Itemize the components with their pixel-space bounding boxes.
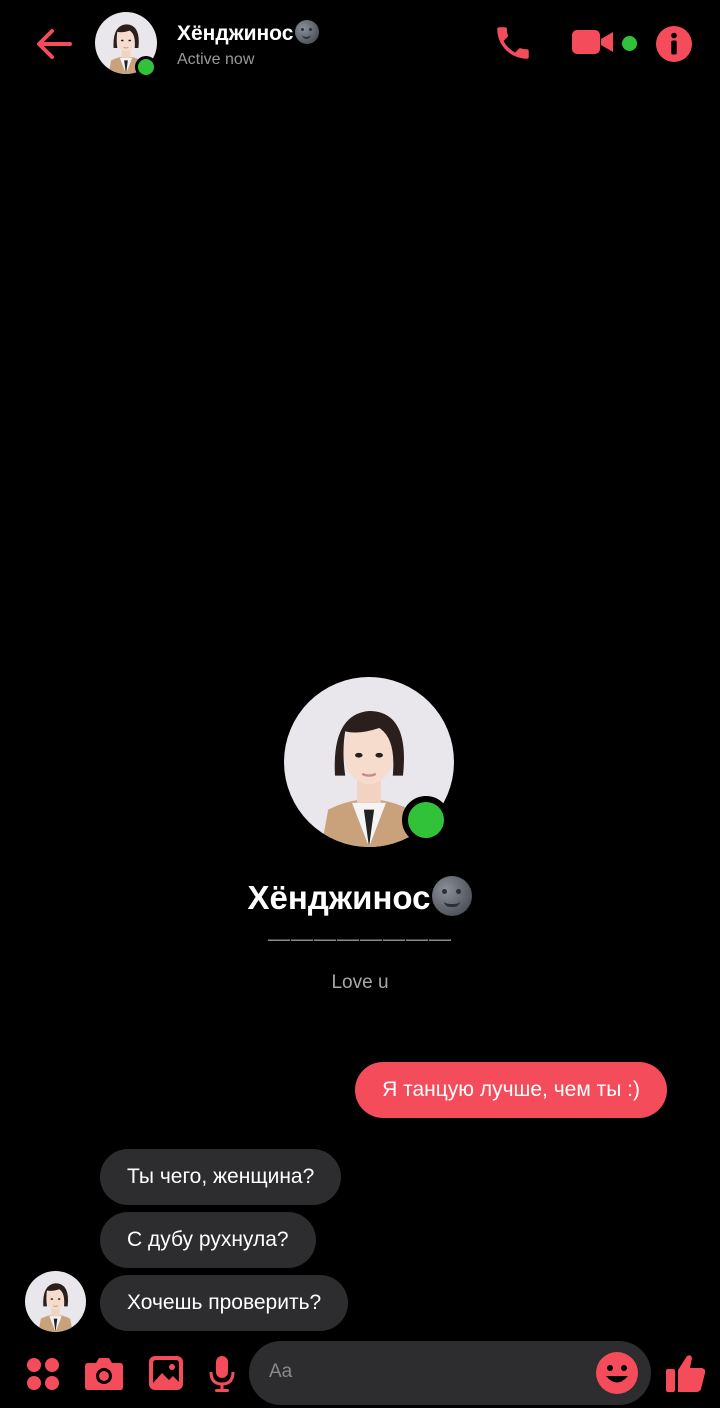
contact-status: Active now xyxy=(177,51,255,68)
contact-name-text: Хёнджинос xyxy=(177,22,294,45)
info-icon[interactable] xyxy=(655,25,693,63)
contact-name[interactable]: Хёнджинос xyxy=(177,20,320,46)
new-moon-face-emoji xyxy=(432,876,473,916)
back-arrow-icon[interactable] xyxy=(32,22,76,66)
video-camera-icon[interactable] xyxy=(570,24,618,60)
message-bubble-outgoing[interactable]: Я танцую лучше, чем ты :) xyxy=(355,1062,667,1118)
microphone-icon[interactable] xyxy=(208,1354,236,1394)
profile-bio: Love u xyxy=(331,972,389,993)
profile-online-indicator xyxy=(402,796,450,844)
chat-header: Хёнджинос Active now xyxy=(0,0,720,90)
camera-icon[interactable] xyxy=(84,1355,124,1391)
profile-name-text: Хёнджинос xyxy=(247,879,431,916)
phone-icon[interactable] xyxy=(492,22,534,64)
message-bubble-incoming[interactable]: Хочешь проверить? xyxy=(100,1275,349,1331)
apps-grid-icon[interactable] xyxy=(25,1356,61,1392)
thumbs-up-icon[interactable] xyxy=(665,1352,707,1394)
message-input[interactable]: Aa xyxy=(249,1341,651,1405)
online-indicator xyxy=(135,56,157,78)
message-input-placeholder: Aa xyxy=(269,1361,293,1382)
profile-divider: ———————— xyxy=(268,926,452,951)
message-bubble-incoming[interactable]: Ты чего, женщина? xyxy=(100,1149,342,1205)
new-moon-face-emoji xyxy=(295,20,320,44)
emoji-icon[interactable] xyxy=(595,1351,639,1395)
sender-avatar[interactable] xyxy=(25,1271,86,1332)
call-active-indicator xyxy=(622,36,637,51)
message-bubble-incoming[interactable]: С дубу рухнула? xyxy=(100,1212,316,1268)
profile-name: Хёнджинос xyxy=(0,876,720,917)
gallery-icon[interactable] xyxy=(148,1355,184,1391)
